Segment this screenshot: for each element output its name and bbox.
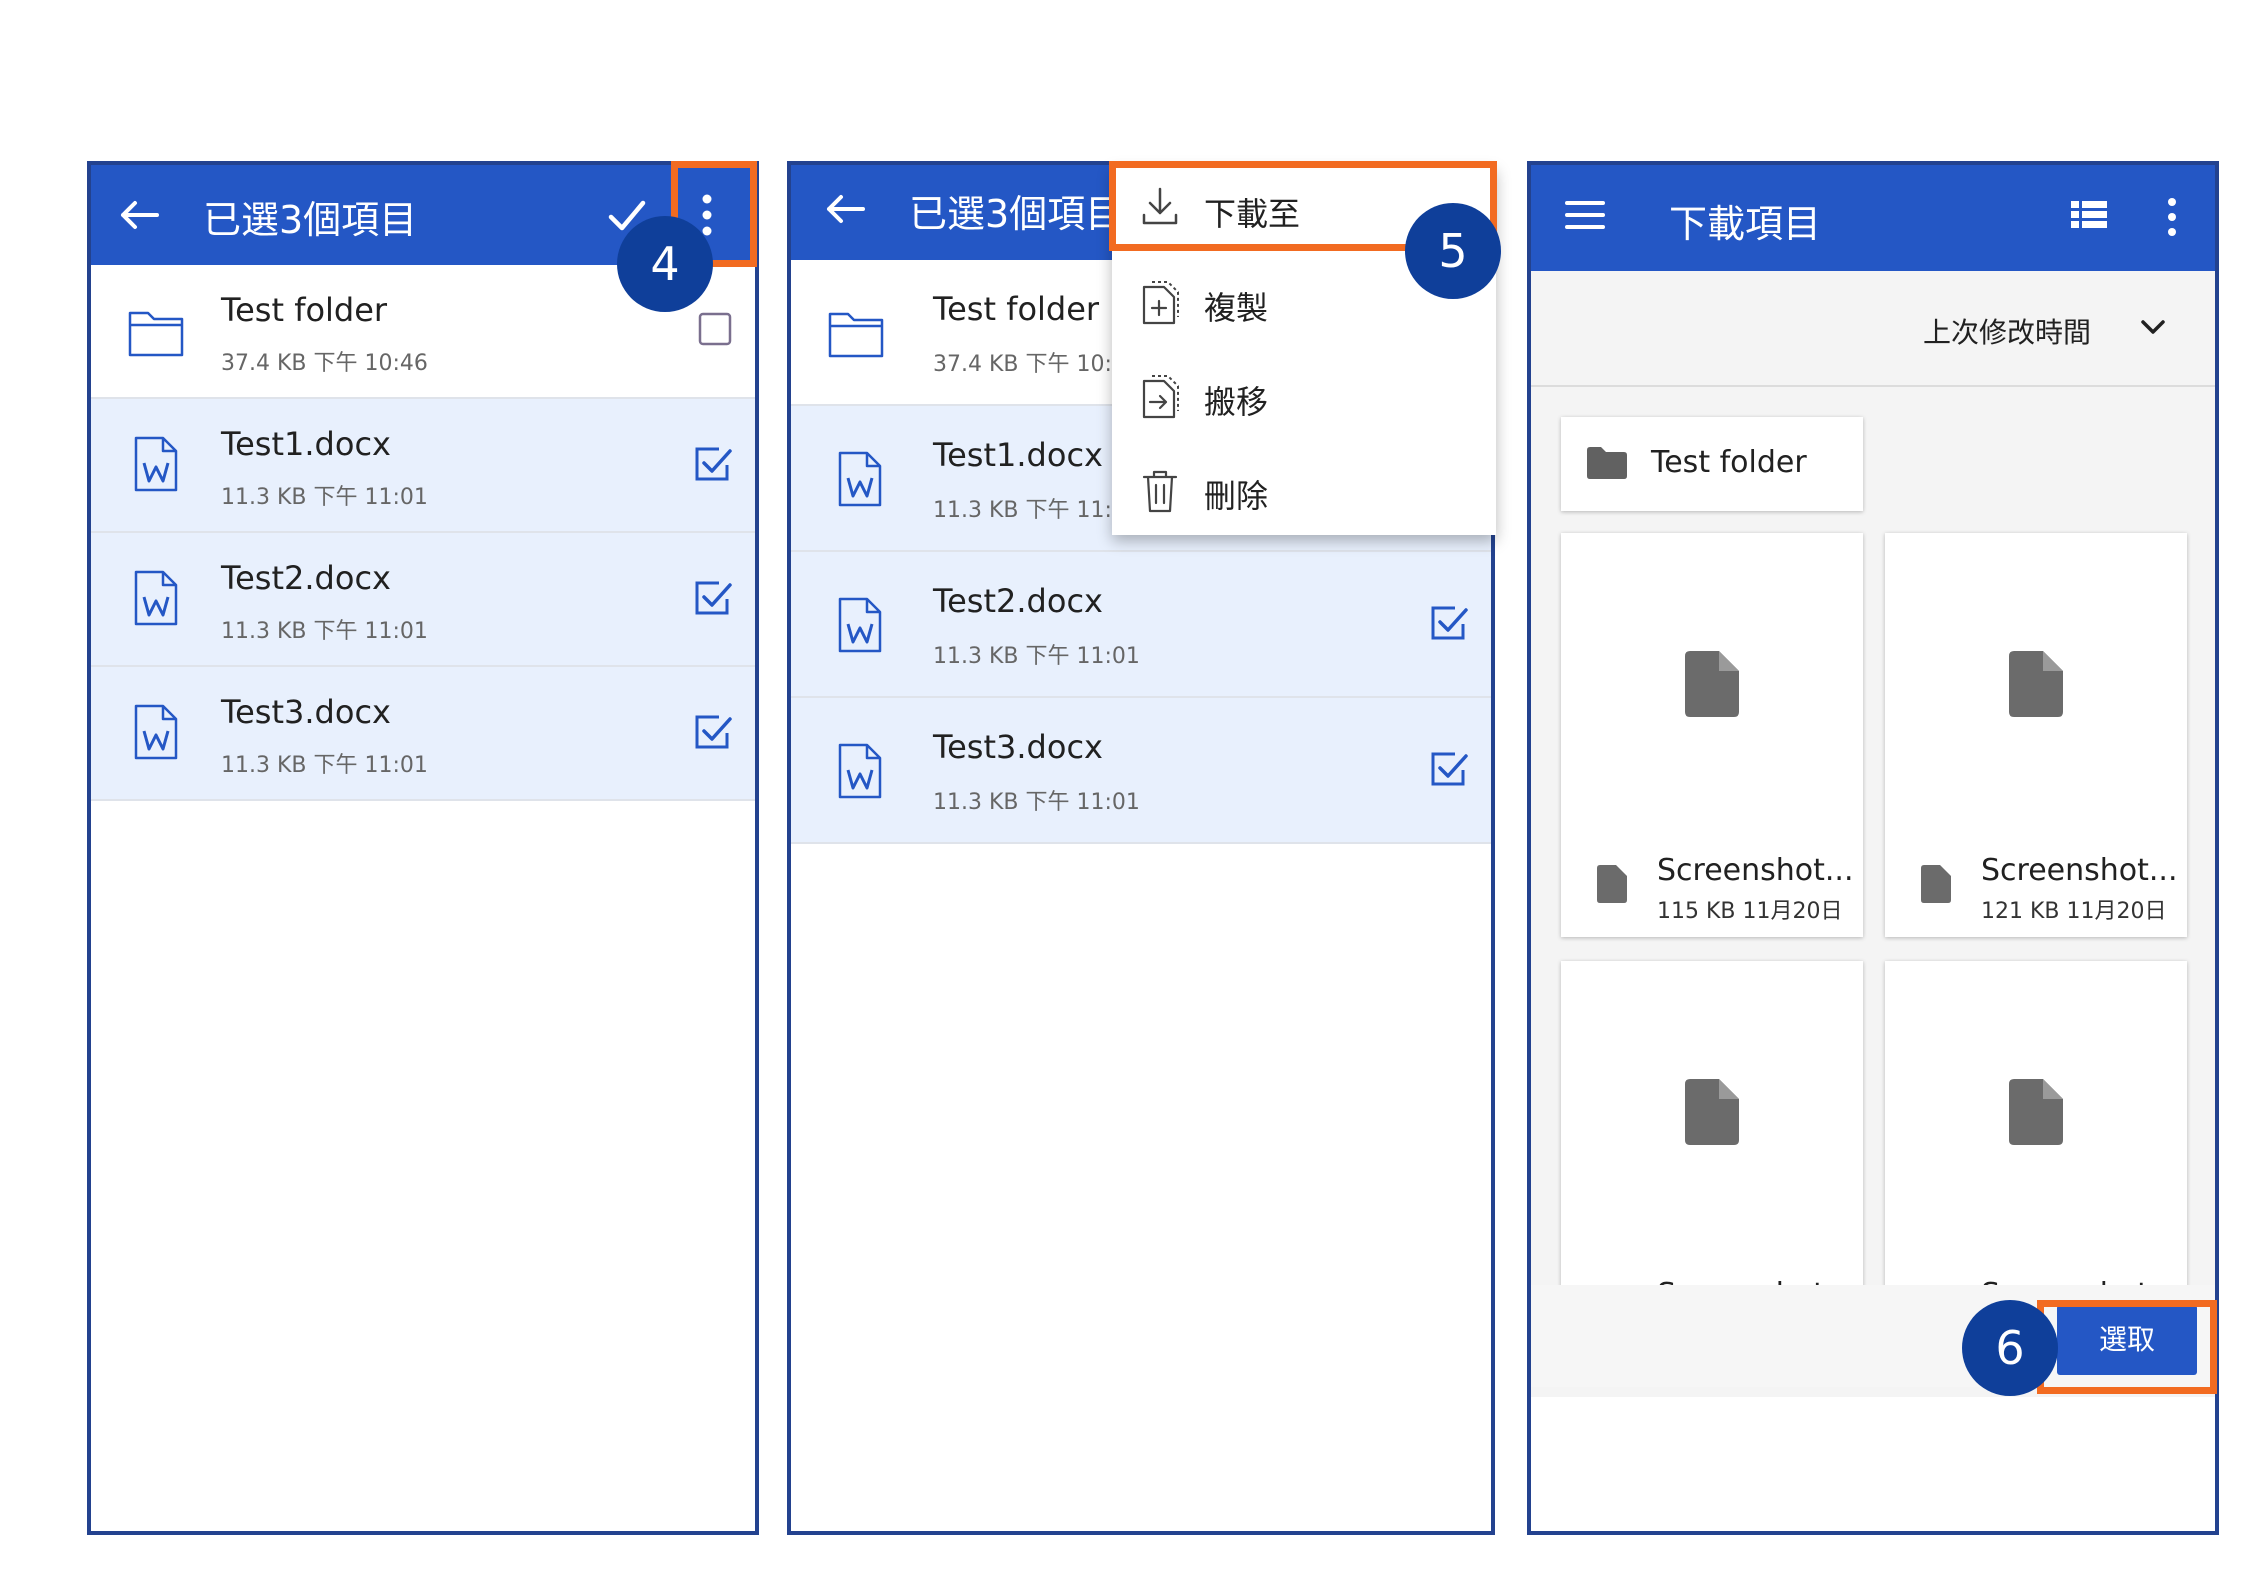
checkbox-unchecked[interactable] xyxy=(697,311,733,351)
menu-label: 搬移 xyxy=(1204,383,1269,421)
folder-card[interactable]: Test folder xyxy=(1561,417,1863,511)
selection-title: 已選3個項目 xyxy=(203,198,418,242)
file-icon xyxy=(1685,1079,1739,1149)
download-title: 下載項目 xyxy=(1669,202,1822,246)
menu-label: 複製 xyxy=(1204,289,1269,327)
item-meta: 37.4 KB 下午 10:46 xyxy=(221,351,428,376)
copy-file-icon xyxy=(1138,279,1182,331)
word-doc-icon xyxy=(133,569,179,631)
item-name: Test folder xyxy=(933,290,1100,328)
file-name: Screenshot... xyxy=(1657,853,1854,888)
word-doc-icon xyxy=(837,596,883,658)
file-meta: 121 KB 11月20日 xyxy=(1981,899,2167,924)
file-meta: 115 KB 11月20日 xyxy=(1657,899,1843,924)
item-name: Test3.docx xyxy=(221,693,391,731)
folder-icon xyxy=(1587,447,1627,483)
arrow-left-icon[interactable] xyxy=(117,195,161,239)
checkbox-checked[interactable] xyxy=(1429,604,1469,648)
item-name: Test2.docx xyxy=(933,582,1103,620)
folder-icon xyxy=(827,306,885,364)
list-item-file[interactable]: Test3.docx 11.3 KB 下午 11:01 xyxy=(91,667,755,801)
item-meta: 11.3 KB 下午 11:01 xyxy=(221,619,428,644)
file-name: Screenshot... xyxy=(1981,853,2178,888)
folder-name: Test folder xyxy=(1651,445,1807,480)
trash-icon xyxy=(1138,467,1182,519)
list-item-file[interactable]: Test1.docx 11.3 KB 下午 11:01 xyxy=(91,399,755,533)
item-meta: 11.3 KB 下午 11:01 xyxy=(933,790,1140,815)
file-small-icon xyxy=(1921,865,1951,907)
item-name: Test3.docx xyxy=(933,728,1103,766)
item-meta: 37.4 KB 下午 10: xyxy=(933,352,1112,377)
arrow-left-icon[interactable] xyxy=(823,189,867,233)
move-file-icon xyxy=(1138,373,1182,425)
highlight-select-button xyxy=(2037,1300,2217,1394)
item-meta: 11.3 KB 下午 11:01 xyxy=(221,753,428,778)
step-badge-5: 5 xyxy=(1405,203,1501,299)
list-item-file[interactable]: Test3.docx 11.3 KB 下午 11:01 xyxy=(791,698,1491,844)
checkbox-checked[interactable] xyxy=(1429,750,1469,794)
file-icon xyxy=(1685,651,1739,721)
checkbox-checked[interactable] xyxy=(693,713,733,757)
item-meta: 11.3 KB 下午 11: xyxy=(933,498,1112,523)
chevron-down-icon[interactable] xyxy=(2139,317,2167,341)
more-vert-icon[interactable] xyxy=(2165,195,2179,243)
item-meta: 11.3 KB 下午 11:01 xyxy=(221,485,428,510)
panel-selection-step4: 已選3個項目 Test folder 37.4 KB 下午 10:46 Test… xyxy=(87,161,759,1535)
selection-title: 已選3個項目 xyxy=(909,192,1124,236)
word-doc-icon xyxy=(837,742,883,804)
menu-label: 刪除 xyxy=(1204,477,1269,515)
content-area: 上次修改時間 Test folder Screenshot... 115 KB … xyxy=(1531,271,2215,1397)
checkbox-checked[interactable] xyxy=(693,579,733,623)
word-doc-icon xyxy=(133,435,179,497)
folder-icon xyxy=(127,305,185,363)
item-name: Test folder xyxy=(221,291,388,329)
checkbox-checked[interactable] xyxy=(693,445,733,489)
item-name: Test2.docx xyxy=(221,559,391,597)
list-item-file[interactable]: Test2.docx 11.3 KB 下午 11:01 xyxy=(791,552,1491,698)
file-card[interactable]: Screenshot... 121 KB 11月20日 xyxy=(1885,533,2187,937)
item-name: Test1.docx xyxy=(933,436,1103,474)
hamburger-menu-icon[interactable] xyxy=(1565,199,1605,235)
sort-bar[interactable]: 上次修改時間 xyxy=(1531,271,2215,387)
word-doc-icon xyxy=(837,450,883,512)
menu-item-move[interactable]: 搬移 xyxy=(1112,353,1496,447)
sort-label: 上次修改時間 xyxy=(1922,316,2091,349)
item-name: Test1.docx xyxy=(221,425,391,463)
menu-item-delete[interactable]: 刪除 xyxy=(1112,447,1496,541)
file-icon xyxy=(2009,1079,2063,1149)
step-badge-6: 6 xyxy=(1962,1300,2058,1396)
item-meta: 11.3 KB 下午 11:01 xyxy=(933,644,1140,669)
file-icon xyxy=(2009,651,2063,721)
word-doc-icon xyxy=(133,703,179,765)
file-small-icon xyxy=(1597,865,1627,907)
list-view-icon[interactable] xyxy=(2071,199,2107,235)
app-bar: 下載項目 xyxy=(1531,165,2215,271)
list-item-file[interactable]: Test2.docx 11.3 KB 下午 11:01 xyxy=(91,533,755,667)
file-card[interactable]: Screenshot... 115 KB 11月20日 xyxy=(1561,533,1863,937)
step-badge-4: 4 xyxy=(617,216,713,312)
